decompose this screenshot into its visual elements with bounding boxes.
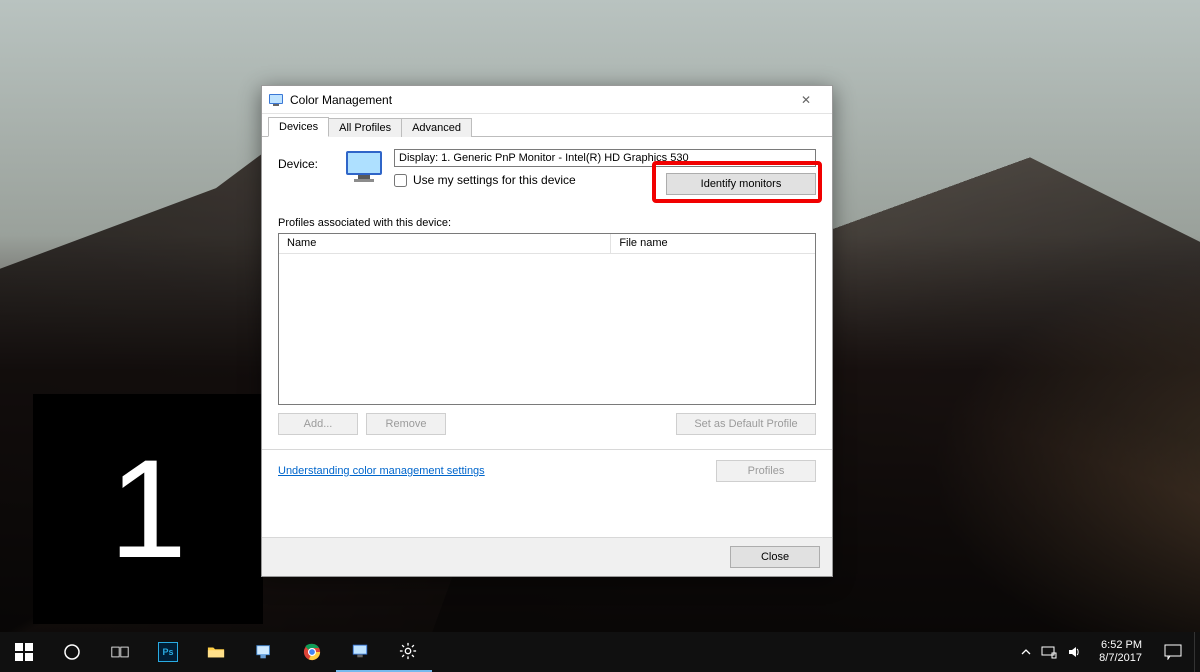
- tab-all-profiles[interactable]: All Profiles: [328, 118, 402, 137]
- add-button: Add...: [278, 413, 358, 435]
- taskbar-app-color-management[interactable]: [336, 632, 384, 672]
- device-dropdown[interactable]: Display: 1. Generic PnP Monitor - Intel(…: [394, 149, 816, 167]
- device-dropdown-value: Display: 1. Generic PnP Monitor - Intel(…: [399, 152, 689, 164]
- task-view-icon: [111, 643, 129, 661]
- clock-time: 6:52 PM: [1099, 639, 1142, 652]
- taskbar: Ps 6:52 PM: [0, 632, 1200, 672]
- window-title: Color Management: [290, 93, 786, 107]
- device-label: Device:: [278, 149, 334, 171]
- desktop: 1 Color Management ✕ Devices All Profile…: [0, 0, 1200, 672]
- monitor-icon: [344, 149, 384, 183]
- separator: [262, 449, 832, 450]
- identify-monitors-button[interactable]: Identify monitors: [666, 173, 816, 195]
- gear-icon: [399, 642, 417, 660]
- color-management-dialog: Color Management ✕ Devices All Profiles …: [261, 85, 833, 577]
- notification-icon: [1164, 644, 1182, 660]
- monitor-identify-overlay: 1: [33, 394, 263, 624]
- show-desktop-button[interactable]: [1194, 632, 1200, 672]
- profiles-listbox[interactable]: Name File name: [278, 233, 816, 405]
- use-my-settings-checkbox[interactable]: [394, 174, 407, 187]
- monitor-number: 1: [109, 428, 187, 590]
- paint-icon: [255, 643, 273, 661]
- use-my-settings-label[interactable]: Use my settings for this device: [413, 173, 576, 187]
- taskbar-app-file-explorer[interactable]: [192, 632, 240, 672]
- window-close-button[interactable]: ✕: [786, 93, 826, 107]
- clock-date: 8/7/2017: [1099, 652, 1142, 665]
- close-button[interactable]: Close: [730, 546, 820, 568]
- remove-button: Remove: [366, 413, 446, 435]
- action-center-button[interactable]: [1152, 632, 1194, 672]
- cortana-circle-icon: [63, 643, 81, 661]
- system-tray[interactable]: [1021, 645, 1089, 659]
- chevron-up-icon[interactable]: [1021, 647, 1031, 657]
- windows-logo-icon: [15, 643, 33, 661]
- volume-icon[interactable]: [1067, 645, 1081, 659]
- set-default-profile-button: Set as Default Profile: [676, 413, 816, 435]
- cortana-search-button[interactable]: [48, 632, 96, 672]
- column-file-name[interactable]: File name: [611, 234, 815, 253]
- column-name[interactable]: Name: [279, 234, 611, 253]
- photoshop-icon: Ps: [158, 642, 178, 662]
- profiles-section-label: Profiles associated with this device:: [278, 217, 816, 229]
- profiles-button: Profiles: [716, 460, 816, 482]
- titlebar[interactable]: Color Management ✕: [262, 86, 832, 114]
- file-explorer-icon: [207, 643, 225, 661]
- taskbar-clock[interactable]: 6:52 PM 8/7/2017: [1089, 639, 1152, 665]
- taskbar-app-paint[interactable]: [240, 632, 288, 672]
- task-view-button[interactable]: [96, 632, 144, 672]
- taskbar-app-photoshop[interactable]: Ps: [144, 632, 192, 672]
- tab-advanced[interactable]: Advanced: [401, 118, 472, 137]
- network-icon[interactable]: [1041, 645, 1057, 659]
- dialog-body: Device: Display: 1. Generic PnP Monitor …: [262, 137, 832, 537]
- tab-strip: Devices All Profiles Advanced: [262, 114, 832, 137]
- start-button[interactable]: [0, 632, 48, 672]
- color-management-icon: [268, 92, 284, 108]
- taskbar-app-settings[interactable]: [384, 632, 432, 672]
- taskbar-app-chrome[interactable]: [288, 632, 336, 672]
- color-management-taskbar-icon: [351, 642, 369, 660]
- help-link[interactable]: Understanding color management settings: [278, 465, 485, 477]
- tab-devices[interactable]: Devices: [268, 117, 329, 137]
- chrome-icon: [303, 643, 321, 661]
- profiles-list-header: Name File name: [279, 234, 815, 254]
- dialog-footer: Close: [262, 537, 832, 576]
